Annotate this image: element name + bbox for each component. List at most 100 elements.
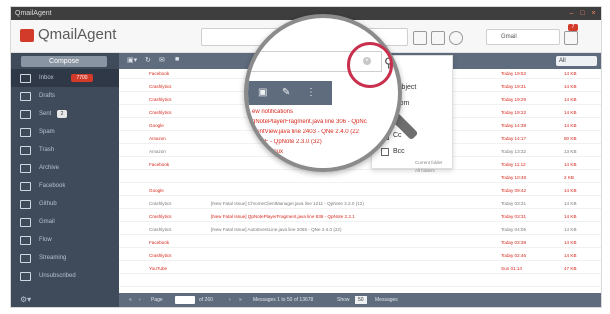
magnified-row: gNotePlayerFragment.java line 306 - QpNc <box>252 119 367 125</box>
sender: Crashlytics <box>149 253 172 258</box>
page-input[interactable] <box>175 296 195 304</box>
table-row[interactable]: Crashlytics [New Fatal Issue] AutoEventLi… <box>119 225 601 235</box>
sidebar-item-flow[interactable]: Flow <box>11 231 119 249</box>
folder-icon <box>20 164 31 173</box>
sidebar-item-sent[interactable]: Sent 2 <box>11 105 119 123</box>
search-scope-all[interactable]: All folders <box>415 168 495 173</box>
maximize-button[interactable]: □ <box>578 9 587 18</box>
sender: Amazon <box>149 149 166 154</box>
size: 80 KB <box>564 136 577 141</box>
table-row[interactable]: YouTube Sun 01:14 47 KB <box>119 264 601 274</box>
size: 14 KB <box>564 84 577 89</box>
folder-label: Github <box>39 201 57 207</box>
mark-read-icon[interactable]: ✉ <box>159 56 165 64</box>
prev-page-icon[interactable]: ‹ <box>139 293 141 307</box>
sidebar-item-archive[interactable]: Archive <box>11 159 119 177</box>
size: 14 KB <box>564 201 577 206</box>
date: Today 13:32 <box>501 149 527 154</box>
qmail-logo-icon <box>20 29 34 42</box>
trash-icon <box>20 146 31 155</box>
date: Today 09:42 <box>501 188 527 193</box>
date: Today 03:31 <box>501 214 527 219</box>
subject: [New Fatal Issue] ChromeClientManager.ja… <box>211 201 364 206</box>
folder-label: Sent <box>39 111 52 117</box>
sidebar-item-drafts[interactable]: Drafts <box>11 87 119 105</box>
select-all-icon[interactable]: ▣▾ <box>127 56 137 64</box>
sender: Facebook <box>149 71 170 76</box>
sender: YouTube <box>149 266 168 271</box>
close-button[interactable]: × <box>589 9 598 18</box>
app-window: QmailAgent – □ × QmailAgent Gmail 7 Comp… <box>10 6 602 308</box>
show-suffix: Messages <box>375 297 398 303</box>
magnified-row: ue RF - QpNote 2.3.0 (32) <box>252 139 322 145</box>
table-row[interactable]: Today 10:48 2 KB <box>119 173 601 183</box>
date: Today 02:46 <box>501 253 527 258</box>
delete-icon[interactable]: ■ <box>175 56 179 63</box>
sidebar-item-inbox[interactable]: Inbox 7700 <box>11 69 119 87</box>
compose-button[interactable]: Compose <box>21 56 107 67</box>
account-selector[interactable]: Gmail <box>486 29 560 45</box>
more-icon[interactable]: ⋮ <box>306 87 316 98</box>
settings-icon[interactable] <box>449 31 463 45</box>
folder-label: Archive <box>39 165 60 171</box>
date: Today 14:17 <box>501 136 527 141</box>
magnified-row: ed on Linux <box>252 149 284 155</box>
size: 14 KB <box>564 227 577 232</box>
sender: Amazon <box>149 136 166 141</box>
folder-icon <box>20 182 31 191</box>
sidebar: Compose Inbox 7700 Drafts Sent 2 Spam Tr… <box>11 53 119 307</box>
sidebar-item-unsubscribed[interactable]: Unsubscribed <box>11 267 119 285</box>
sidebar-item-gmail[interactable]: Gmail <box>11 213 119 231</box>
table-row[interactable]: Crashlytics [New Fatal Issue] QpNotePlaye… <box>119 212 601 222</box>
folder-icon <box>20 200 31 209</box>
magnified-toolbar: ▣ ✎ ⋮ <box>248 81 332 105</box>
table-row[interactable]: Facebook Today 03:38 14 KB <box>119 238 601 248</box>
table-row[interactable]: Crashlytics Today 02:46 14 KB <box>119 251 601 261</box>
size: 47 KB <box>564 266 577 271</box>
first-page-icon[interactable]: « <box>129 293 132 307</box>
folder-label: Flow <box>39 237 52 243</box>
sent-count: 2 <box>57 110 67 118</box>
last-page-icon[interactable]: » <box>239 293 242 307</box>
sender: Facebook <box>149 240 170 245</box>
sender: Facebook <box>149 162 170 167</box>
unread-count: 7700 <box>71 74 93 82</box>
table-row[interactable]: Crashlytics [New Fatal Issue] ChromeClien… <box>119 199 601 209</box>
date: Today 19:22 <box>501 110 527 115</box>
folder-icon <box>20 254 31 263</box>
sender: Crashlytics <box>149 110 172 115</box>
subject: [New Fatal Issue] AutoEventLine.java lin… <box>211 227 342 232</box>
message-range: Messages 1 to 50 of 13678 <box>253 297 314 303</box>
mark-read-icon[interactable]: ▣ <box>258 87 267 98</box>
magnifier-lens: × ⚲ ▼ ▣ ✎ ⋮ ew notifications gNotePlayer… <box>244 14 402 172</box>
folder-label: Trash <box>39 147 55 153</box>
settings-gear-icon[interactable]: ⚙▾ <box>20 295 31 304</box>
table-row[interactable] <box>119 277 601 287</box>
date: Today 19:52 <box>501 71 527 76</box>
sidebar-item-trash[interactable]: Trash <box>11 141 119 159</box>
size: 2 KB <box>564 175 574 180</box>
calendar-icon[interactable] <box>431 31 445 45</box>
folder-icon <box>20 272 31 281</box>
notifications-icon[interactable] <box>564 31 578 45</box>
sidebar-item-spam[interactable]: Spam <box>11 123 119 141</box>
minimize-button[interactable]: – <box>567 9 576 18</box>
tag-icon[interactable]: ✎ <box>282 87 290 98</box>
refresh-icon[interactable]: ↻ <box>145 56 151 64</box>
table-row[interactable]: Google Today 09:42 14 KB <box>119 186 601 196</box>
sidebar-item-streaming[interactable]: Streaming <box>11 249 119 267</box>
size: 14 KB <box>564 97 577 102</box>
search-scope-current[interactable]: Current folder <box>415 160 495 165</box>
folder-label: Gmail <box>39 219 55 225</box>
next-page-icon[interactable]: › <box>229 293 231 307</box>
size: 14 KB <box>564 71 577 76</box>
sent-icon <box>20 110 31 119</box>
mail-icon[interactable] <box>413 31 427 45</box>
filter-select[interactable]: All <box>556 56 597 66</box>
sidebar-item-facebook[interactable]: Facebook <box>11 177 119 195</box>
date: Today 10:48 <box>501 175 527 180</box>
page-size-select[interactable]: 50 <box>355 296 367 304</box>
magnified-row: 201 <box>252 159 263 165</box>
page-count: of 260 <box>199 297 213 303</box>
sidebar-item-github[interactable]: Github <box>11 195 119 213</box>
